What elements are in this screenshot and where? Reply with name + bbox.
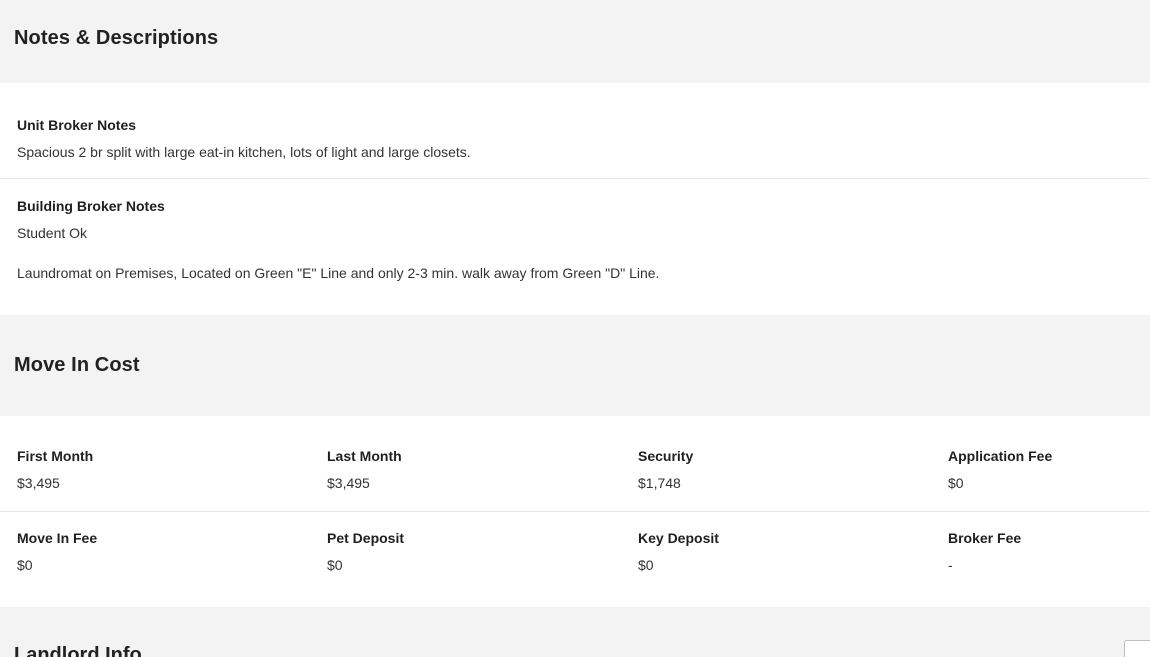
cost-row: Move In Fee $0 Pet Deposit $0 Key Deposi… [0,512,1150,607]
cost-label: Last Month [327,448,402,464]
cost-item-last-month: Last Month $3,495 [327,448,638,511]
cost-label: Move In Fee [17,530,98,546]
cost-value: $0 [638,557,654,573]
cost-item-security: Security $1,748 [638,448,948,511]
notes-panel: Unit Broker Notes Spacious 2 br split wi… [0,83,1150,315]
building-broker-notes: Building Broker Notes Student Ok Laundro… [0,179,1150,315]
building-broker-notes-label: Building Broker Notes [17,198,165,214]
section-action-button[interactable] [1124,640,1150,657]
cost-label: Key Deposit [638,530,719,546]
cost-label: Application Fee [948,448,1053,464]
unit-broker-notes-label: Unit Broker Notes [17,117,137,133]
cost-label: Security [638,448,694,464]
cost-row: First Month $3,495 Last Month $3,495 Sec… [0,416,1150,512]
building-broker-notes-text: Student Ok [17,225,88,241]
cost-value: $3,495 [327,475,370,491]
cost-value: $3,495 [17,475,60,491]
unit-broker-notes-text: Spacious 2 br split with large eat-in ki… [17,144,471,160]
cost-label: First Month [17,448,94,464]
cost-value: $1,748 [638,475,681,491]
cost-value: - [948,557,953,573]
landlord-section-header: Landlord Info [0,607,1150,657]
cost-label: Broker Fee [948,530,1022,546]
move-in-cost-header: Move In Cost [0,315,1150,416]
cost-item-pet-deposit: Pet Deposit $0 [327,530,638,607]
cost-item-first-month: First Month $3,495 [17,448,327,511]
move-in-cost-title: Move In Cost [14,354,140,376]
cost-item-key-deposit: Key Deposit $0 [638,530,948,607]
cost-value: $0 [327,557,343,573]
landlord-section-title: Landlord Info [14,644,142,657]
unit-broker-notes: Unit Broker Notes Spacious 2 br split wi… [0,83,1150,179]
cost-item-move-in-fee: Move In Fee $0 [17,530,327,607]
cost-item-broker-fee: Broker Fee - [948,530,1150,607]
cost-value: $0 [17,557,33,573]
building-broker-notes-text-2: Laundromat on Premises, Located on Green… [17,265,660,281]
notes-section-title: Notes & Descriptions [14,27,219,49]
cost-label: Pet Deposit [327,530,405,546]
cost-value: $0 [948,475,964,491]
notes-section-header: Notes & Descriptions [0,0,1150,77]
move-in-cost-panel: First Month $3,495 Last Month $3,495 Sec… [0,416,1150,607]
cost-item-application-fee: Application Fee $0 [948,448,1150,511]
